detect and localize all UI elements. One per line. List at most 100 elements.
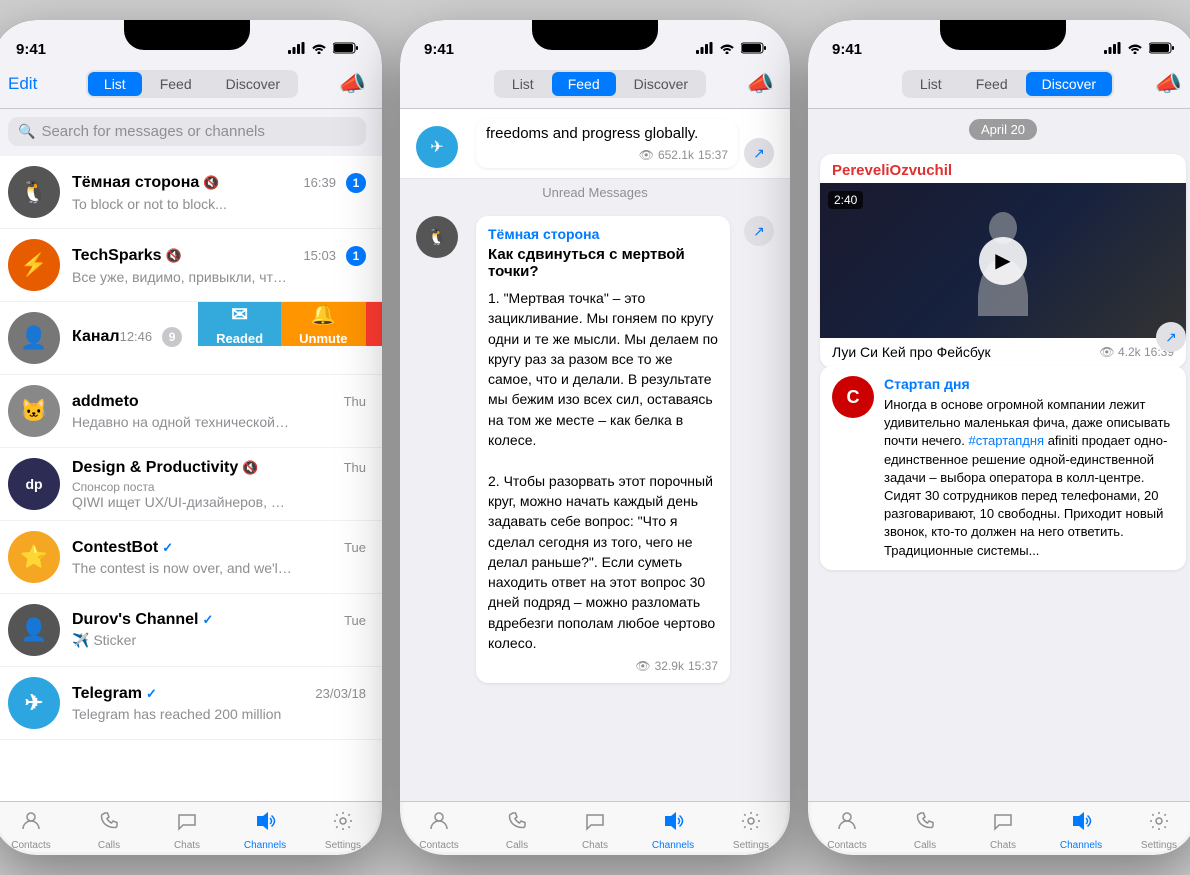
feed-msg-avatar: 🐧 xyxy=(416,216,458,258)
chat-preview-durov: ✈️ Sticker xyxy=(72,632,292,649)
verified-icon-telegram: ✓ xyxy=(146,686,157,702)
segmented-control-2: List Feed Discover xyxy=(494,70,706,98)
tab-label-chats-2: Chats xyxy=(582,840,608,851)
channels-icon-3 xyxy=(1070,810,1092,838)
chat-preview-addmeto: Недавно на одной технической конференции… xyxy=(72,414,292,430)
channels-icon-1 xyxy=(254,810,276,838)
tab-calls-3[interactable]: Calls xyxy=(886,810,964,851)
chat-name-techsparks: TechSparks 🔇 xyxy=(72,247,182,265)
segment-list-3[interactable]: List xyxy=(904,72,958,96)
megaphone-icon-3[interactable]: 📣 xyxy=(1152,71,1182,97)
muted-icon-3: 🔇 xyxy=(242,460,258,476)
tab-channels-1[interactable]: Channels xyxy=(226,810,304,851)
chat-swipe-content[interactable]: 👤 Канал 12:46 9 xyxy=(0,302,198,374)
tab-label-settings-3: Settings xyxy=(1141,840,1177,851)
megaphone-icon-2[interactable]: 📣 xyxy=(744,71,774,97)
status-time-3: 9:41 xyxy=(832,41,862,58)
segmented-control-3: List Feed Discover xyxy=(902,70,1114,98)
status-time-2: 9:41 xyxy=(424,41,454,58)
segment-list-2[interactable]: List xyxy=(496,72,550,96)
play-button[interactable]: ▶ xyxy=(979,237,1027,285)
segment-discover-1[interactable]: Discover xyxy=(210,72,296,96)
chat-item-addmeto[interactable]: 🐱 addmeto Thu Недавно на одной техническ… xyxy=(0,375,382,448)
chat-item-dark-side[interactable]: 🐧 Тёмная сторона 🔇 16:39 1 xyxy=(0,156,382,229)
segment-list-1[interactable]: List xyxy=(88,72,142,96)
megaphone-icon-1[interactable]: 📣 xyxy=(336,71,366,97)
tab-contacts-1[interactable]: Contacts xyxy=(0,810,70,851)
tab-label-calls-2: Calls xyxy=(506,840,528,851)
chat-preview-telegram: Telegram has reached 200 million xyxy=(72,706,292,722)
chat-info-design: Design & Productivity 🔇 Thu Спонсор пост… xyxy=(72,459,366,510)
chats-icon-2 xyxy=(584,810,606,838)
segment-discover-3[interactable]: Discover xyxy=(1026,72,1112,96)
segment-feed-3[interactable]: Feed xyxy=(960,72,1024,96)
tab-contacts-2[interactable]: Contacts xyxy=(400,810,478,851)
notch-1 xyxy=(124,20,250,50)
tab-label-channels-2: Channels xyxy=(652,840,694,851)
startup-text: Иногда в основе огромной компании лежит … xyxy=(884,396,1174,560)
swipe-delete-btn[interactable]: 🗑 Delete xyxy=(366,302,383,346)
chat-item-design[interactable]: dp Design & Productivity 🔇 Thu Спонсор п… xyxy=(0,448,382,521)
chat-preview-contestbot: The contest is now over, and we'll annou… xyxy=(72,560,292,576)
chat-item-durov[interactable]: 👤 Durov's Channel ✓ Tue ✈️ Sticker xyxy=(0,594,382,667)
share-btn-top[interactable]: ↗ xyxy=(744,138,774,168)
swipe-readed-btn[interactable]: ✉ Readed xyxy=(198,302,281,346)
avatar-swipe: 👤 xyxy=(8,312,60,364)
tab-label-settings-2: Settings xyxy=(733,840,769,851)
wifi-icon-1 xyxy=(311,42,327,57)
feed-content-2: ✈ freedoms and progress globally. 👁 652.… xyxy=(400,109,790,801)
chat-time-contestbot: Tue xyxy=(344,540,366,555)
share-btn-msg[interactable]: ↗ xyxy=(744,216,774,246)
segment-feed-1[interactable]: Feed xyxy=(144,72,208,96)
chat-time-durov: Tue xyxy=(344,613,366,628)
avatar-telegram: ✈ xyxy=(8,677,60,729)
chat-item-techsparks[interactable]: ⚡ TechSparks 🔇 15:03 1 Все xyxy=(0,229,382,302)
tab-contacts-3[interactable]: Contacts xyxy=(808,810,886,851)
tab-channels-3[interactable]: Channels xyxy=(1042,810,1120,851)
segment-feed-2[interactable]: Feed xyxy=(552,72,616,96)
chat-name-dark-side: Тёмная сторона 🔇 xyxy=(72,174,219,192)
tab-calls-1[interactable]: Calls xyxy=(70,810,148,851)
wifi-icon-3 xyxy=(1127,42,1143,57)
tab-chats-2[interactable]: Chats xyxy=(556,810,634,851)
eye-icon-top: 👁 xyxy=(639,148,654,162)
tab-settings-1[interactable]: Settings xyxy=(304,810,382,851)
channel-content-3: April 20 PereveliOzvuchil 2:40 ▶ xyxy=(808,109,1190,801)
tab-channels-2[interactable]: Channels xyxy=(634,810,712,851)
segment-discover-2[interactable]: Discover xyxy=(618,72,704,96)
calls-icon-3 xyxy=(914,810,936,838)
tab-label-calls-1: Calls xyxy=(98,840,120,851)
video-thumbnail: 2:40 ▶ xyxy=(820,183,1186,338)
startup-post[interactable]: С Стартап дня Иногда в основе огромной к… xyxy=(820,366,1186,570)
feed-msg-row: 🐧 Тёмная сторона Как сдвинуться с мертво… xyxy=(400,206,790,693)
startup-channel-name: Стартап дня xyxy=(884,376,1174,392)
feed-msg-meta: 👁 32.9k 15:37 xyxy=(488,659,718,673)
unmute-label: Unmute xyxy=(299,331,347,346)
chat-info-addmeto: addmeto Thu Недавно на одной технической… xyxy=(72,393,366,430)
share-btn-video[interactable]: ↗ xyxy=(1156,322,1186,352)
settings-icon-2 xyxy=(740,810,762,838)
tab-calls-2[interactable]: Calls xyxy=(478,810,556,851)
search-input-wrap-1[interactable]: 🔍 Search for messages or channels xyxy=(8,117,366,146)
unread-badge-dark-side: 1 xyxy=(346,173,366,193)
chat-item-telegram[interactable]: ✈ Telegram ✓ 23/03/18 Telegram has reach… xyxy=(0,667,382,740)
chat-item-swipe: 👤 Канал 12:46 9 xyxy=(0,302,382,375)
readed-icon: ✉ xyxy=(231,302,248,327)
feed-top-time: 15:37 xyxy=(698,148,728,162)
tab-chats-1[interactable]: Chats xyxy=(148,810,226,851)
feed-top-text: freedoms and progress globally. xyxy=(486,125,728,142)
tab-settings-3[interactable]: Settings xyxy=(1120,810,1190,851)
eye-icon-msg: 👁 xyxy=(635,659,650,673)
tab-settings-2[interactable]: Settings xyxy=(712,810,790,851)
chat-item-contestbot[interactable]: ⭐ ContestBot ✓ Tue The contest is now ov… xyxy=(0,521,382,594)
chat-info-swipe: Канал 12:46 9 xyxy=(72,327,182,350)
tab-bar-2: Contacts Calls Chats xyxy=(400,801,790,855)
search-icon-1: 🔍 xyxy=(18,123,35,140)
share-btn-video-wrap: ↗ xyxy=(808,322,1186,352)
muted-icon-2: 🔇 xyxy=(166,248,182,264)
edit-button-1[interactable]: Edit xyxy=(8,74,48,94)
video-channel-name: PereveliOzvuchil xyxy=(820,154,1186,183)
swipe-unmute-btn[interactable]: 🔔 Unmute xyxy=(281,302,365,346)
tab-chats-3[interactable]: Chats xyxy=(964,810,1042,851)
settings-icon-1 xyxy=(332,810,354,838)
